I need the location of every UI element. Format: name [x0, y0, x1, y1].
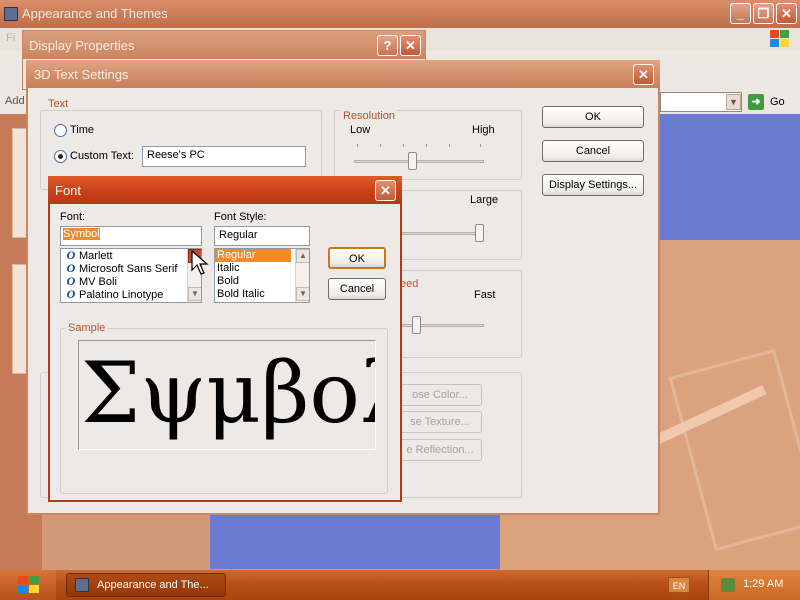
font-dialog: Font ✕ Font: Symbol O Marlett O Microsoft …: [48, 176, 402, 502]
speed-slider-thumb[interactable]: [412, 316, 421, 334]
3d-text-settings-titlebar[interactable]: 3D Text Settings ✕: [26, 60, 660, 88]
tick: [357, 144, 358, 147]
speed-fast-label: Fast: [474, 289, 496, 301]
font-list-item[interactable]: O Palatino Linotype: [61, 287, 201, 302]
resolution-group-label: Resolution: [341, 110, 397, 122]
tick: [480, 144, 481, 147]
scroll-down-icon[interactable]: ▼: [296, 287, 309, 301]
taskbar-app-icon: [75, 578, 89, 592]
explorer-title: Appearance and Themes: [22, 6, 168, 21]
windows-flag-icon: [18, 576, 40, 594]
font-list-item[interactable]: O Microsoft Sans Serif: [61, 262, 201, 276]
custom-text-label: Custom Text:: [70, 150, 134, 162]
go-arrow-icon: ➜: [748, 94, 764, 110]
font-name-value: Symbol: [63, 228, 100, 240]
restore-button[interactable]: ❐: [753, 3, 774, 24]
explorer-app-icon: [4, 7, 18, 21]
time-label: Time: [70, 124, 95, 136]
scroll-up-icon[interactable]: ▲: [296, 249, 309, 263]
opentype-icon: O: [66, 287, 76, 301]
tick: [449, 144, 450, 147]
resolution-slider-track[interactable]: [354, 160, 484, 163]
choose-color-button[interactable]: ose Color...: [398, 384, 482, 406]
font-list-item[interactable]: O MV Boli: [61, 275, 201, 289]
scroll-down-icon[interactable]: ▼: [188, 287, 201, 301]
display-properties-title: Display Properties: [29, 38, 135, 53]
text-settings-ok-button[interactable]: OK: [542, 106, 644, 128]
sample-text: Σψμβολ: [81, 344, 375, 442]
font-ok-button[interactable]: OK: [328, 247, 386, 269]
font-name-input[interactable]: Symbol: [60, 226, 202, 246]
resolution-low-label: Low: [350, 124, 371, 136]
help-button[interactable]: ?: [377, 35, 398, 56]
font-cancel-button[interactable]: Cancel: [328, 278, 386, 300]
go-label: Go: [770, 96, 785, 108]
tray-network-icon[interactable]: [721, 578, 735, 592]
3d-text-settings-title: 3D Text Settings: [34, 67, 129, 82]
font-close-button[interactable]: ✕: [375, 180, 396, 201]
display-properties-titlebar[interactable]: Display Properties ? ✕: [23, 31, 425, 59]
font-label: Font:: [60, 211, 86, 223]
tick: [426, 144, 427, 147]
time-radio[interactable]: [54, 124, 67, 137]
close-button[interactable]: ✕: [776, 3, 797, 24]
font-dialog-title: Font: [55, 183, 82, 198]
text-settings-close-button[interactable]: ✕: [633, 64, 654, 85]
display-close-button[interactable]: ✕: [400, 35, 421, 56]
font-style-label: Font Style:: [214, 211, 267, 223]
size-large-label: Large: [470, 194, 499, 206]
taskbar-item-label: Appearance and The...: [97, 579, 209, 591]
tick: [380, 144, 381, 147]
clock[interactable]: 1:29 AM: [743, 578, 783, 590]
windows-logo-icon: [768, 28, 792, 50]
tick: [403, 144, 404, 147]
custom-text-input[interactable]: Reese's PC: [142, 146, 306, 167]
address-label: Add: [5, 95, 25, 107]
font-listbox[interactable]: O Marlett O Microsoft Sans Serif O MV Boli …: [60, 248, 202, 303]
sample-preview: Σψμβολ: [78, 340, 376, 450]
menu-file[interactable]: Fi: [6, 32, 15, 44]
custom-text-radio[interactable]: [54, 150, 67, 163]
sample-group-label: Sample: [66, 322, 108, 334]
minimize-button[interactable]: _: [730, 3, 751, 24]
taskbar-item-appearance[interactable]: Appearance and The...: [66, 573, 226, 597]
resolution-high-label: High: [472, 124, 495, 136]
font-style-input[interactable]: Regular: [214, 226, 310, 246]
size-slider-thumb[interactable]: [475, 224, 484, 242]
font-style-listbox[interactable]: Regular Italic Bold Bold Italic ▲ ▼: [214, 248, 310, 303]
font-list-item[interactable]: O Marlett: [61, 249, 201, 262]
style-list-item-selected[interactable]: Regular: [215, 249, 291, 262]
address-dropdown-icon[interactable]: ▼: [726, 94, 741, 110]
reflection-button[interactable]: e Reflection...: [398, 439, 482, 461]
choose-texture-button[interactable]: se Texture...: [398, 411, 482, 433]
start-button[interactable]: [0, 570, 56, 600]
explorer-titlebar[interactable]: Appearance and Themes _ ❐ ✕: [0, 0, 800, 28]
text-group-label: Text: [46, 98, 71, 110]
font-dialog-titlebar[interactable]: Font ✕: [48, 176, 402, 204]
mouse-pointer-icon: [191, 250, 209, 275]
language-indicator[interactable]: EN: [668, 577, 690, 593]
go-button[interactable]: ➜ Go: [748, 93, 800, 111]
style-list-scrollbar[interactable]: ▲ ▼: [295, 249, 309, 302]
system-tray: 1:29 AM: [708, 570, 800, 600]
resolution-slider-thumb[interactable]: [408, 152, 417, 170]
display-settings-button[interactable]: Display Settings...: [542, 174, 644, 196]
taskbar: Appearance and The... EN 1:29 AM: [0, 570, 800, 600]
text-settings-cancel-button[interactable]: Cancel: [542, 140, 644, 162]
